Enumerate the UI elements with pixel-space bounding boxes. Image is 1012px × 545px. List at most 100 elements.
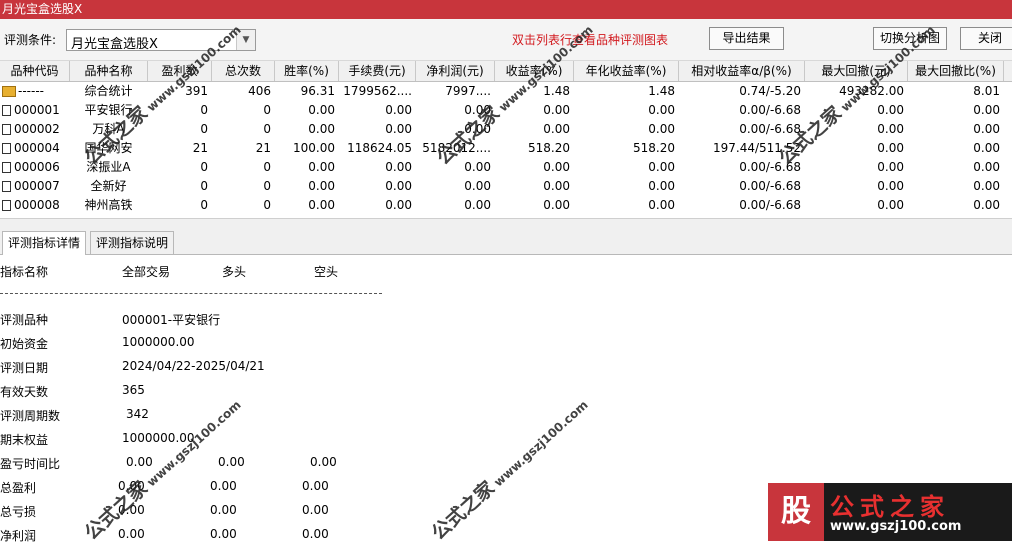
- detail-value-long: 0.00: [210, 527, 237, 541]
- cell-relative-return: 0.00/-6.68: [739, 179, 801, 193]
- detail-value: 000001-平安银行: [122, 313, 221, 327]
- cell-fee: 0.00: [385, 160, 412, 174]
- header-win-rate[interactable]: 胜率(%): [275, 61, 339, 81]
- cell-annual-return: 0.00: [648, 198, 675, 212]
- toolbar: 评测条件: 月光宝盒选股X ▼ 双击列表行查看品种评测图表 导出结果 切换分析图…: [0, 19, 1012, 61]
- cell-total-count: 0: [263, 198, 271, 212]
- cell-total-count: 0: [263, 103, 271, 117]
- cell-annual-return: 0.00: [648, 160, 675, 174]
- cell-max-drawdown-ratio: 0.00: [973, 160, 1000, 174]
- header-net-profit[interactable]: 净利润(元): [416, 61, 495, 81]
- cell-return-rate: 518.20: [528, 141, 570, 155]
- cell-code-text: 000006: [14, 160, 60, 174]
- cell-net-profit: 0.00: [464, 179, 491, 193]
- cell-annual-return: 1.48: [648, 84, 675, 98]
- cell-profit-count: 0: [200, 179, 208, 193]
- detail-value-short: 0.00: [302, 503, 329, 517]
- col-header-all: 全部交易: [122, 265, 171, 279]
- document-icon: [2, 124, 11, 135]
- detail-value-short: 0.00: [302, 527, 329, 541]
- close-button[interactable]: 关闭: [960, 27, 1012, 50]
- header-relative-return[interactable]: 相对收益率α/β(%): [679, 61, 805, 81]
- cell-code: 000006: [0, 158, 69, 177]
- cell-return-rate: 0.00: [543, 179, 570, 193]
- cell-total-count: 0: [263, 122, 271, 136]
- header-name[interactable]: 品种名称: [70, 61, 148, 81]
- detail-value: 1000000.00: [122, 335, 195, 349]
- detail-value-long: 0.00: [210, 503, 237, 517]
- detail-value: 2024/04/22-2025/04/21: [122, 359, 265, 373]
- folder-icon: [2, 86, 16, 97]
- cell-max-drawdown-ratio: 0.00: [973, 103, 1000, 117]
- cell-max-drawdown: 0.00: [877, 198, 904, 212]
- logo-title: 公式之家: [830, 493, 950, 521]
- header-max-drawdown-ratio[interactable]: 最大回撤比(%): [908, 61, 1004, 81]
- header-annual-return[interactable]: 年化收益率(%): [574, 61, 679, 81]
- cell-win-rate: 0.00: [308, 103, 335, 117]
- cell-return-rate: 0.00: [543, 122, 570, 136]
- document-icon: [2, 200, 11, 211]
- detail-value: 365: [122, 383, 145, 397]
- condition-label: 评测条件:: [4, 33, 57, 47]
- cell-name: 全新好: [90, 179, 127, 193]
- export-button[interactable]: 导出结果: [709, 27, 784, 50]
- detail-value-long: 0.00: [210, 479, 237, 493]
- cell-max-drawdown-ratio: 8.01: [973, 84, 1000, 98]
- col-header-long: 多头: [222, 265, 247, 279]
- cell-win-rate: 0.00: [308, 198, 335, 212]
- table-row[interactable]: 000007 全新好 0 0 0.00 0.00 0.00 0.00 0.00 0.00/-6.6…: [0, 177, 1012, 196]
- cell-max-drawdown-ratio: 0.00: [973, 141, 1000, 155]
- cell-code-text: 000002: [14, 122, 60, 136]
- cell-code: 000008: [0, 196, 69, 215]
- cell-annual-return: 0.00: [648, 179, 675, 193]
- cell-max-drawdown-ratio: 0.00: [973, 122, 1000, 136]
- header-code[interactable]: 品种代码: [0, 61, 70, 81]
- logo-mark: 股: [768, 483, 824, 541]
- cell-fee: 0.00: [385, 179, 412, 193]
- cell-fee: 0.00: [385, 122, 412, 136]
- cell-code: 000001: [0, 101, 69, 120]
- detail-label: 评测周期数: [0, 409, 61, 423]
- detail-label: 初始资金: [0, 337, 49, 351]
- cell-profit-count: 0: [200, 198, 208, 212]
- cell-profit-count: 0: [200, 160, 208, 174]
- cell-relative-return: 0.74/-5.20: [739, 84, 801, 98]
- detail-label: 盈亏时间比: [0, 457, 61, 471]
- detail-value-short: 0.00: [302, 479, 329, 493]
- tab-indicator-details[interactable]: 评测指标详情: [2, 231, 87, 255]
- document-icon: [2, 143, 11, 154]
- table-row[interactable]: 000002 万科A 0 0 0.00 0.00 0.00 0.00 0.00 0.00/-6.6…: [0, 120, 1012, 139]
- cell-code-text: 000001: [14, 103, 60, 117]
- table-row[interactable]: 000006 深振业A 0 0 0.00 0.00 0.00 0.00 0.00 0.00/-6.…: [0, 158, 1012, 177]
- cell-win-rate: 0.00: [308, 160, 335, 174]
- col-header-indicator: 指标名称: [0, 265, 49, 279]
- table-row[interactable]: 000008 神州高铁 0 0 0.00 0.00 0.00 0.00 0.00 0.00/-6.…: [0, 196, 1012, 215]
- header-total-count[interactable]: 总次数: [212, 61, 275, 81]
- table-row[interactable]: 000004 国华网安 21 21 100.00 118624.05 5182012....…: [0, 139, 1012, 158]
- detail-value-all: 0.00: [118, 527, 145, 541]
- cell-code-text: 000008: [14, 198, 60, 212]
- separator-line: [0, 293, 382, 294]
- splitter[interactable]: [0, 218, 1012, 229]
- cell-code: 000004: [0, 139, 69, 158]
- cell-win-rate: 96.31: [300, 84, 335, 98]
- window-title: 月光宝盒选股X: [0, 0, 1012, 19]
- document-icon: [2, 162, 11, 173]
- cell-total-count: 0: [263, 179, 271, 193]
- detail-label: 总盈利: [0, 481, 37, 495]
- document-icon: [2, 181, 11, 192]
- detail-value: 342: [126, 407, 149, 421]
- condition-select-value: 月光宝盒选股X: [71, 37, 158, 52]
- document-icon: [2, 105, 11, 116]
- cell-profit-count: 21: [192, 141, 208, 155]
- cell-net-profit: 7997....: [445, 84, 491, 98]
- cell-return-rate: 0.00: [543, 198, 570, 212]
- header-fee[interactable]: 手续费(元): [339, 61, 416, 81]
- cell-fee: 0.00: [385, 198, 412, 212]
- cell-total-count: 21: [255, 141, 271, 155]
- cell-relative-return: 0.00/-6.68: [739, 198, 801, 212]
- cell-fee: 1799562....: [343, 84, 412, 98]
- cell-fee: 0.00: [385, 103, 412, 117]
- tab-indicator-notes[interactable]: 评测指标说明: [90, 231, 175, 254]
- cell-code: 000002: [0, 120, 69, 139]
